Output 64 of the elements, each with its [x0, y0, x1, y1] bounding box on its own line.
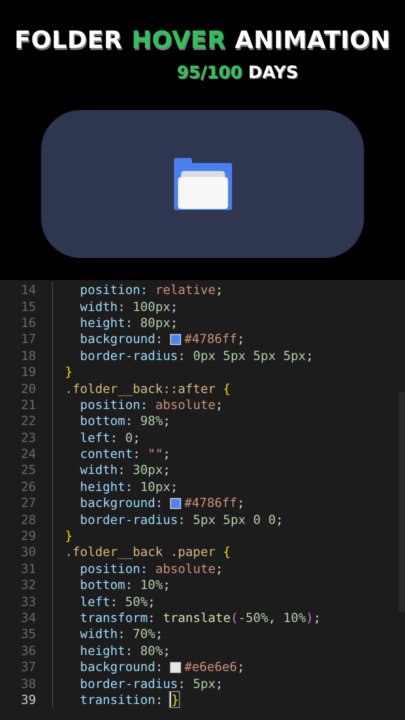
code-text: .folder__back .paper { [65, 544, 231, 560]
code-text: position: relative; [79, 282, 224, 298]
code-text: width: 30px; [79, 462, 170, 478]
code-text: bottom: 98%; [79, 413, 170, 430]
code-text: background: [79, 331, 164, 348]
code-text: height: 80%; [79, 642, 170, 659]
code-text: left: 50%; [79, 594, 156, 610]
title-word: FOLDER [14, 26, 122, 54]
line-number: 14 [20, 282, 37, 298]
line-number: 36 [20, 642, 37, 659]
line-number: 28 [20, 512, 37, 528]
line-number: 26 [20, 478, 37, 495]
code-text: content: ""; [79, 446, 170, 462]
line-number: 18 [20, 348, 37, 364]
line-number: 19 [20, 364, 37, 380]
title-word: HOVER [132, 26, 226, 54]
code-text: border-radius: 5px 5px 0 0; [79, 512, 284, 528]
code-text: transition: } [79, 692, 179, 708]
code-text: background: [79, 495, 164, 512]
code-text: bottom: 10%; [79, 577, 170, 594]
title-word: ANIMATION [234, 26, 391, 54]
line-number: 27 [20, 495, 37, 512]
code-text: #4786ff; [184, 331, 245, 348]
subtitle-word: DAYS [248, 62, 298, 84]
line-number: 35 [20, 626, 37, 642]
line-number: 32 [20, 577, 37, 594]
line-number: 16 [20, 314, 37, 331]
code-text: left: 0; [79, 430, 140, 446]
line-number: 22 [20, 413, 37, 430]
color-swatch-icon[interactable] [170, 334, 182, 345]
code-text: position: absolute; [79, 560, 224, 577]
code-text: width: 100px; [79, 298, 178, 315]
code-text: height: 80px; [79, 314, 178, 331]
line-number: 37 [20, 659, 37, 676]
color-swatch-icon[interactable] [170, 498, 182, 509]
line-number: 34 [20, 610, 37, 626]
subtitle-word: 95/100 [176, 62, 242, 84]
color-swatch-icon[interactable] [170, 662, 182, 673]
code-text: .folder__back::after { [65, 380, 231, 397]
line-number: 31 [20, 560, 37, 577]
line-number: 29 [20, 528, 37, 544]
line-number: 15 [20, 298, 37, 315]
code-text: background: [79, 659, 164, 676]
line-number: 25 [20, 462, 37, 478]
line-number: 17 [20, 331, 37, 348]
line-number: 38 [20, 676, 37, 692]
code-text: position: absolute; [79, 396, 224, 413]
line-number: 23 [20, 430, 37, 446]
code-text: } [65, 364, 73, 380]
code-text: } [65, 528, 73, 544]
line-number: 21 [20, 396, 37, 413]
line-number: 39 [20, 692, 37, 708]
code-text: height: 10px; [79, 478, 178, 495]
line-number: 33 [20, 594, 37, 610]
code-text: width: 70%; [79, 626, 163, 642]
folder-icon [172, 157, 232, 211]
code-text: border-radius: 0px 5px 5px 5px; [79, 348, 314, 364]
code-text: transform: translate(-50%, 10%); [79, 610, 321, 626]
code-text: #4786ff; [184, 495, 245, 512]
code-text: #e6e6e6; [184, 659, 245, 676]
code-text: border-radius: 5px; [79, 676, 224, 692]
line-number: 30 [20, 544, 37, 560]
line-number: 20 [20, 380, 37, 397]
line-number: 24 [20, 446, 37, 462]
